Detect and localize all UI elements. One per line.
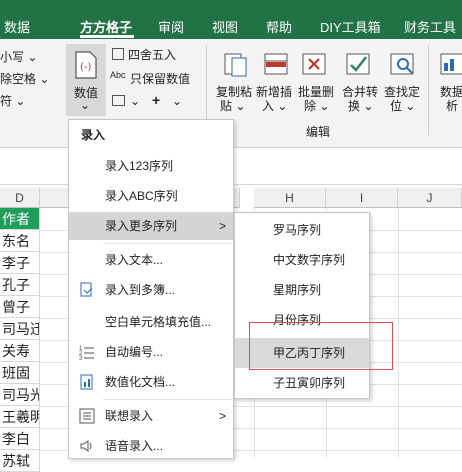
- copy-paste-label-2[interactable]: 贴 ⌄: [220, 97, 245, 114]
- plus-button[interactable]: +: [152, 92, 160, 108]
- find-locate-icon: [390, 53, 414, 75]
- chevron-down-icon[interactable]: ⌄: [172, 94, 182, 108]
- menu-item-numeric-document[interactable]: 数值化文档...: [69, 368, 233, 396]
- numeric-document-icon: [80, 374, 93, 390]
- menu-item-more-sequences[interactable]: 录入更多序列 >: [69, 212, 233, 240]
- svg-text:(-): (-): [80, 62, 92, 73]
- copy-paste-icon: [224, 53, 247, 77]
- tab-data[interactable]: 数据: [4, 17, 30, 36]
- menu-item-auto-number[interactable]: 123 自动编号...: [69, 338, 233, 366]
- svg-text:3: 3: [79, 356, 83, 360]
- symbol-button[interactable]: 符 ⌄: [0, 92, 25, 109]
- column-header-i[interactable]: I: [326, 188, 398, 208]
- submenu-item-earthly-branches[interactable]: 子丑寅卯序列: [235, 368, 369, 398]
- merge-convert-icon: [346, 53, 370, 75]
- cell[interactable]: 李子: [0, 252, 40, 274]
- find-locate-label-2[interactable]: 位 ⌄: [390, 97, 415, 114]
- cell[interactable]: 司马光: [0, 384, 40, 406]
- cell[interactable]: 曾子: [0, 296, 40, 318]
- value-button[interactable]: (-) 数值 ⌄: [66, 44, 106, 116]
- round-button[interactable]: 四舍五入: [128, 46, 176, 63]
- case-button[interactable]: 小写 ⌄: [0, 48, 37, 65]
- menu-header-input: 录入: [81, 128, 106, 142]
- cell[interactable]: 司马迁: [0, 318, 40, 340]
- title-bar: [0, 0, 462, 12]
- cell-author-header[interactable]: 作者: [0, 208, 40, 230]
- menu-item-label: 录入文本...: [105, 253, 164, 267]
- column-header-d[interactable]: D: [0, 188, 40, 208]
- tab-fangfang[interactable]: 方方格子: [80, 17, 132, 36]
- column-header-h[interactable]: H: [254, 188, 326, 208]
- menu-item-label: 空白单元格填充值...: [105, 315, 212, 329]
- tab-review[interactable]: 审阅: [158, 17, 184, 36]
- cell[interactable]: 孔子: [0, 274, 40, 296]
- data-analysis-icon: [440, 53, 462, 75]
- menu-item-label: 录入ABC序列: [105, 189, 178, 203]
- insert-icon: [264, 53, 288, 75]
- edit-icon[interactable]: [112, 95, 125, 106]
- menu-item-fill-blank[interactable]: 空白单元格填充值...: [69, 308, 233, 336]
- tab-diy-toolbox[interactable]: DIY工具箱: [320, 17, 381, 36]
- menu-item-input-to-books[interactable]: 录入到多簿...: [69, 276, 233, 304]
- active-tab-indicator: [80, 35, 134, 38]
- value-icon: (-): [75, 51, 97, 79]
- batch-delete-label-2[interactable]: 除 ⌄: [304, 97, 329, 114]
- menu-item-input-text[interactable]: 录入文本...: [69, 246, 233, 274]
- menu-item-label: 录入到多簿...: [105, 283, 176, 297]
- merge-convert-label-2[interactable]: 换 ⌄: [348, 97, 373, 114]
- cell[interactable]: 李白: [0, 428, 40, 450]
- menu-item-voice-input[interactable]: 语音录入...: [69, 432, 233, 460]
- round-icon: [112, 48, 124, 60]
- chevron-right-icon: >: [219, 409, 227, 423]
- menu-item-label: 数值化文档...: [105, 375, 176, 389]
- chevron-down-icon: ⌄: [80, 98, 91, 112]
- more-sequences-submenu: 罗马序列 中文数字序列 星期序列 月份序列 甲乙丙丁序列 子丑寅卯序列: [234, 212, 370, 399]
- group-label-edit: 编辑: [306, 125, 331, 139]
- highlight-box: [249, 322, 393, 370]
- batch-delete-icon: [302, 53, 326, 75]
- cell[interactable]: 王羲明: [0, 406, 40, 428]
- menu-item-label: 录入更多序列: [105, 219, 178, 233]
- data-analysis-label-2[interactable]: 析: [446, 97, 458, 114]
- speaker-icon: [80, 440, 92, 452]
- cell[interactable]: 关寿: [0, 340, 40, 362]
- cell[interactable]: 班固: [0, 362, 40, 384]
- cell[interactable]: 东名: [0, 230, 40, 252]
- tab-finance[interactable]: 财务工具: [404, 17, 456, 36]
- value-dropdown-menu: 录入 录入123序列 录入ABC序列 录入更多序列 > 录入文本... 录入到多簿…: [68, 119, 234, 459]
- chevron-right-icon: >: [219, 219, 227, 233]
- cell[interactable]: 苏轼: [0, 450, 40, 472]
- trim-space-button[interactable]: 除空格 ⌄: [0, 70, 49, 87]
- document-icon: [80, 282, 93, 297]
- menu-item-associative-input[interactable]: 联想录入 >: [69, 402, 233, 430]
- submenu-item-chinese-number[interactable]: 中文数字序列: [235, 245, 369, 275]
- submenu-item-roman[interactable]: 罗马序列: [235, 215, 369, 245]
- menu-item-label: 录入123序列: [105, 159, 174, 173]
- abc-icon: Abc: [110, 70, 126, 80]
- menu-item-label: 联想录入: [105, 409, 154, 423]
- submenu-item-weekday[interactable]: 星期序列: [235, 275, 369, 305]
- chevron-down-icon[interactable]: ⌄: [130, 94, 140, 108]
- menu-item-label: 语音录入...: [105, 439, 164, 453]
- column-header-j[interactable]: J: [398, 188, 462, 208]
- menu-item-label: 自动编号...: [105, 345, 164, 359]
- associate-icon: [79, 408, 95, 424]
- keep-value-button[interactable]: 只保留数值: [130, 70, 190, 87]
- menu-item-abc-sequence[interactable]: 录入ABC序列: [69, 182, 233, 210]
- tab-help[interactable]: 帮助: [266, 17, 292, 36]
- ribbon-tabs: 数据 方方格子 审阅 视图 帮助 DIY工具箱 财务工具: [0, 12, 462, 39]
- insert-label-2[interactable]: 入 ⌄: [262, 97, 287, 114]
- tab-view[interactable]: 视图: [212, 17, 238, 36]
- numbered-list-icon: 123: [79, 346, 94, 360]
- menu-item-123-sequence[interactable]: 录入123序列: [69, 152, 233, 180]
